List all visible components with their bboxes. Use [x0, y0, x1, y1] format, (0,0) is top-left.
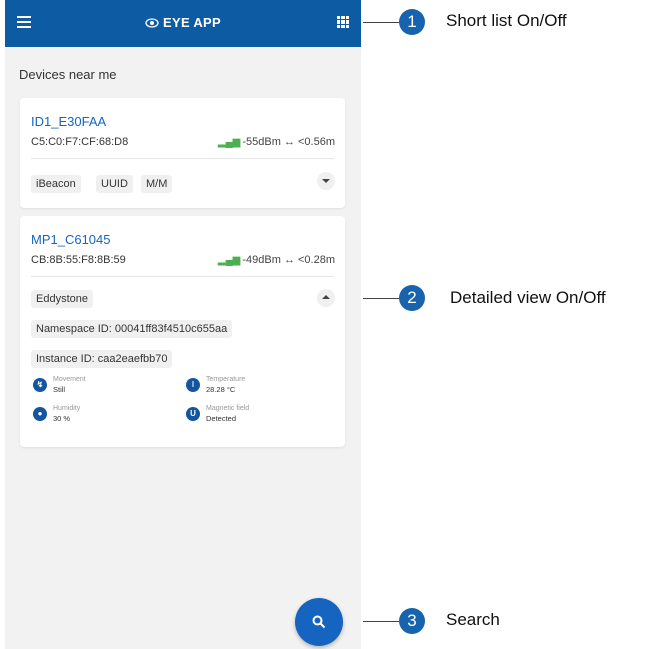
sensor-label: Movement: [53, 376, 86, 383]
sensor-label: Magnetic field: [206, 405, 250, 412]
device-signal: ▂▄▆ -55dBm ↔ <0.56m: [218, 136, 335, 148]
signal-text: -49dBm ↔ <0.28m: [242, 254, 335, 266]
section-title: Devices near me: [19, 67, 117, 82]
chip-uuid: UUID: [96, 175, 133, 193]
chip-eddystone: Eddystone: [31, 290, 93, 308]
collapse-button[interactable]: [317, 289, 335, 307]
chevron-down-icon: [322, 179, 330, 183]
chip-mm: M/M: [141, 175, 173, 193]
namespace-id: Namespace ID: 00041ff83f4510c655aa: [31, 320, 233, 338]
app-title: EYE APP: [5, 15, 361, 30]
device-mac: C5:C0:F7:CF:68:D8: [31, 136, 129, 148]
card-divider: [31, 276, 334, 277]
sensor-label: Temperature: [206, 376, 246, 383]
device-name: ID1_E30FAA: [31, 114, 107, 129]
chevron-up-icon: [322, 295, 330, 299]
device-card[interactable]: ID1_E30FAA C5:C0:F7:CF:68:D8 ▂▄▆ -55dBm ↔…: [20, 98, 345, 208]
magnet-icon: U: [186, 407, 200, 421]
callout-number-2: 2: [399, 285, 425, 311]
device-name: MP1_C61045: [31, 232, 111, 247]
sensor-value: Detected: [206, 414, 237, 423]
device-signal: ▂▄▆ -49dBm ↔ <0.28m: [218, 254, 335, 266]
signal-icon: ▂▄▆: [217, 255, 241, 266]
callout-text-1: Short list On/Off: [446, 11, 567, 30]
device-mac: CB:8B:55:F8:8B:59: [31, 254, 126, 266]
chip-ibeacon: iBeacon: [31, 175, 81, 193]
grid-icon[interactable]: [337, 16, 349, 28]
expand-button[interactable]: [317, 172, 335, 190]
search-button[interactable]: [295, 598, 343, 646]
app-title-text: EYE APP: [163, 15, 221, 30]
callout-number-1: 1: [399, 9, 425, 35]
movement-icon: ↯: [33, 378, 47, 392]
callout-text-2: Detailed view On/Off: [450, 288, 606, 307]
signal-icon: ▂▄▆: [217, 137, 241, 148]
eye-logo-icon: [145, 18, 159, 28]
search-icon: [312, 615, 326, 629]
callout-number-3: 3: [399, 608, 425, 634]
card-divider: [31, 158, 334, 159]
instance-id: Instance ID: caa2eaefbb70: [31, 350, 173, 368]
device-card[interactable]: MP1_C61045 CB:8B:55:F8:8B:59 ▂▄▆ -49dBm ↔…: [20, 216, 345, 447]
sensor-value: Still: [53, 385, 66, 394]
app-bar: EYE APP: [5, 0, 361, 47]
droplet-icon: ●: [33, 407, 47, 421]
sensor-value: 28.28 °C: [206, 385, 236, 394]
sensor-value: 30 %: [53, 414, 71, 423]
callout-line-3: [363, 621, 399, 622]
thermometer-icon: ǀ: [186, 378, 200, 392]
callout-text-3: Search: [446, 610, 500, 629]
phone-screen: EYE APP Devices near me ID1_E30FAA C5:C0…: [5, 0, 361, 649]
callout-line-1: [363, 22, 399, 23]
signal-text: -55dBm ↔ <0.56m: [242, 136, 335, 148]
sensor-label: Humidity: [53, 405, 81, 412]
callout-line-2: [363, 298, 399, 299]
